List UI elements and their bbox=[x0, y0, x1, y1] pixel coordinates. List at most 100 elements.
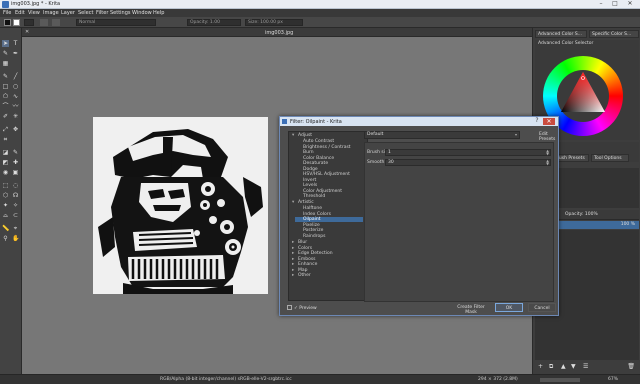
filter-halftone[interactable]: Halftone bbox=[303, 206, 363, 211]
alpha-lock-icon[interactable] bbox=[52, 19, 60, 26]
edit-presets-button[interactable]: Edit Presets bbox=[539, 132, 558, 142]
filter-auto-contrast[interactable]: Auto Contrast bbox=[303, 139, 363, 144]
eraser-toggle-icon[interactable] bbox=[40, 19, 48, 26]
freehand-brush-tool-icon[interactable]: ✎ bbox=[2, 73, 9, 80]
category-colors[interactable]: ▸ Colors bbox=[292, 246, 312, 251]
blend-mode-select[interactable]: Normal bbox=[76, 19, 156, 26]
crop-tool-icon[interactable]: ⌗ bbox=[2, 136, 9, 143]
close-document-icon[interactable]: ✕ bbox=[25, 29, 29, 35]
polygon-select-tool-icon[interactable]: ⬡ bbox=[2, 192, 9, 199]
filter-posterize[interactable]: Posterize bbox=[303, 228, 363, 233]
filter-levels[interactable]: Levels bbox=[303, 183, 363, 188]
dialog-help-button[interactable]: ? bbox=[533, 118, 541, 125]
filter-pixelize[interactable]: Pixelize bbox=[303, 223, 363, 228]
canvas-image[interactable] bbox=[93, 117, 268, 294]
category-blur[interactable]: ▸ Blur bbox=[292, 240, 307, 245]
zoom-level[interactable]: 67% bbox=[608, 377, 618, 382]
filter-oilpaint[interactable]: Oilpaint bbox=[295, 217, 363, 222]
filter-threshold[interactable]: Threshold bbox=[303, 194, 363, 199]
menu-file[interactable]: File bbox=[3, 10, 11, 16]
layer-properties-icon[interactable]: ☰ bbox=[583, 363, 588, 370]
category-map[interactable]: ▸ Map bbox=[292, 268, 308, 273]
duplicate-layer-icon[interactable]: ⧉ bbox=[549, 363, 553, 371]
ok-button[interactable]: OK bbox=[495, 303, 523, 312]
line-tool-icon[interactable]: ╱ bbox=[12, 73, 19, 80]
filter-invert[interactable]: Invert bbox=[303, 178, 363, 183]
filter-index-colors[interactable]: Index Colors bbox=[303, 212, 363, 217]
assistant-tool-icon[interactable]: ▦ bbox=[2, 60, 9, 67]
opacity-slider[interactable]: Opacity: 1.00 bbox=[187, 19, 241, 26]
preview-toggle-icon[interactable] bbox=[287, 305, 292, 310]
category-edge-detection[interactable]: ▸ Edge Detection bbox=[292, 251, 333, 256]
saturation-value-triangle[interactable] bbox=[557, 70, 609, 122]
freehand-select-tool-icon[interactable]: ☊ bbox=[12, 192, 19, 199]
edit-shapes-tool-icon[interactable]: ✎ bbox=[2, 50, 9, 57]
delete-layer-icon[interactable]: 🗑 bbox=[627, 363, 635, 370]
tab-specific-color-selector[interactable]: Specific Color S... bbox=[589, 30, 639, 38]
pattern-tool-icon[interactable]: ▣ bbox=[12, 169, 19, 176]
ellipse-select-tool-icon[interactable]: ◌ bbox=[12, 182, 19, 189]
layer-opacity-label[interactable]: Opacity: 100% bbox=[565, 212, 598, 217]
preview-checkbox[interactable]: ✓ Preview bbox=[294, 306, 317, 311]
transform-tool-icon[interactable]: ⤢ bbox=[2, 126, 9, 133]
menu-window[interactable]: Window bbox=[132, 10, 152, 16]
dialog-close-button[interactable]: ✕ bbox=[543, 118, 555, 125]
category-emboss[interactable]: ▸ Emboss bbox=[292, 257, 316, 262]
brush-size-input[interactable]: 1 ▲ ▼ bbox=[385, 149, 551, 156]
brush-preset-button[interactable] bbox=[24, 19, 34, 26]
category-artistic[interactable]: ▾ Artistic bbox=[292, 200, 314, 205]
fill-tool-icon[interactable]: ◉ bbox=[2, 169, 9, 176]
rectangle-tool-icon[interactable]: □ bbox=[2, 83, 9, 90]
spin-arrows-icon[interactable]: ▲ ▼ bbox=[546, 159, 549, 165]
category-enhance[interactable]: ▸ Enhance bbox=[292, 262, 317, 267]
menu-edit[interactable]: Edit bbox=[15, 10, 25, 16]
text-tool-icon[interactable]: T bbox=[12, 40, 19, 47]
pan-tool-icon[interactable]: ✋ bbox=[12, 235, 19, 242]
background-color-swatch[interactable] bbox=[13, 19, 20, 26]
bezier-tool-icon[interactable]: ⌒ bbox=[2, 103, 9, 110]
polygon-tool-icon[interactable]: ⬠ bbox=[2, 93, 9, 100]
filter-color-balance[interactable]: Color Balance bbox=[303, 156, 363, 161]
ellipse-tool-icon[interactable]: ○ bbox=[12, 83, 19, 90]
contiguous-select-tool-icon[interactable]: ✦ bbox=[2, 202, 9, 209]
reference-tool-icon[interactable]: ⌖ bbox=[12, 225, 19, 232]
cancel-button[interactable]: Cancel bbox=[528, 303, 556, 312]
magnetic-select-tool-icon[interactable]: ⊂ bbox=[12, 212, 19, 219]
polyline-tool-icon[interactable]: ∿ bbox=[12, 93, 19, 100]
size-slider[interactable]: Size: 100.00 px bbox=[245, 19, 303, 26]
filter-hsv-adjustment[interactable]: HSV/HSL Adjustment bbox=[303, 172, 363, 177]
foreground-color-swatch[interactable] bbox=[4, 19, 11, 26]
category-other[interactable]: ▸ Other bbox=[292, 273, 311, 278]
filter-color-adjustment[interactable]: Color Adjustment bbox=[303, 189, 363, 194]
tab-advanced-color-selector[interactable]: Advanced Color S... bbox=[535, 30, 587, 38]
create-filter-mask-button[interactable]: Create Filter Mask bbox=[450, 303, 492, 315]
document-tab-title[interactable]: img003.jpg bbox=[265, 30, 293, 36]
menu-layer[interactable]: Layer bbox=[61, 10, 75, 16]
menu-help[interactable]: Help bbox=[153, 10, 164, 16]
smart-patch-tool-icon[interactable]: ✚ bbox=[12, 159, 19, 166]
minimize-button[interactable]: – bbox=[595, 1, 607, 8]
move-layer-up-icon[interactable]: ▲ bbox=[561, 363, 566, 370]
spin-arrows-icon[interactable]: ▲ ▼ bbox=[546, 149, 549, 155]
smooth-input[interactable]: 30 ▲ ▼ bbox=[385, 159, 551, 166]
filter-dodge[interactable]: Dodge bbox=[303, 167, 363, 172]
category-adjust[interactable]: ▾ Adjust bbox=[292, 133, 312, 138]
zoom-slider[interactable] bbox=[540, 378, 580, 382]
close-button[interactable]: ✕ bbox=[624, 1, 636, 8]
move-tool-icon[interactable]: ✥ bbox=[12, 126, 19, 133]
select-shapes-tool-icon[interactable]: ➤ bbox=[2, 40, 9, 47]
filter-desaturate[interactable]: Desaturate bbox=[303, 161, 363, 166]
multibrush-tool-icon[interactable]: ✳ bbox=[12, 113, 19, 120]
menu-settings[interactable]: Settings bbox=[110, 10, 131, 16]
colorize-mask-tool-icon[interactable]: ◩ bbox=[2, 159, 9, 166]
filter-brightness-contrast[interactable]: Brightness / Contrast bbox=[303, 145, 363, 150]
calligraphy-tool-icon[interactable]: ✒ bbox=[12, 50, 19, 57]
gradient-tool-icon[interactable]: ◪ bbox=[2, 149, 9, 156]
add-layer-icon[interactable]: + bbox=[538, 363, 543, 370]
menu-filter[interactable]: Filter bbox=[96, 10, 108, 16]
menu-view[interactable]: View bbox=[28, 10, 40, 16]
zoom-tool-icon[interactable]: ⚲ bbox=[2, 235, 9, 242]
tab-tool-options[interactable]: Tool Options bbox=[591, 154, 629, 162]
freehand-path-tool-icon[interactable]: 〰 bbox=[12, 103, 19, 110]
filter-burn[interactable]: Burn bbox=[303, 150, 363, 155]
